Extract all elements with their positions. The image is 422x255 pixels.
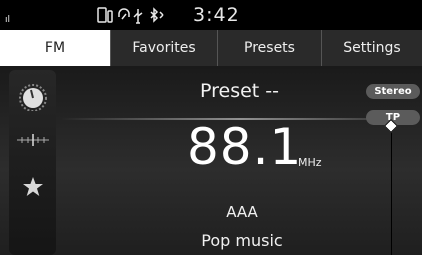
frequency-unit: MHz [298, 156, 322, 169]
status-icons [97, 7, 164, 24]
tune-dial-icon [18, 84, 47, 111]
bluetooth-icon [150, 7, 164, 23]
phone-icon [97, 7, 113, 23]
stereo-badge: Stereo [366, 84, 420, 99]
tab-fm[interactable]: FM [0, 30, 110, 66]
tune-dial-button[interactable] [9, 81, 56, 111]
tab-settings[interactable]: Settings [321, 30, 422, 66]
status-bar: ıl 3:42 [0, 0, 422, 30]
callout-line [391, 130, 392, 255]
radio-screen: ıl 3:42 FM Favorites Presets Settings Pr… [0, 0, 422, 255]
favorite-button[interactable] [9, 176, 56, 198]
station-name: AAA [226, 203, 258, 221]
favorite-star-icon [22, 177, 43, 196]
usb-icon [133, 9, 143, 24]
preset-label: Preset -- [200, 80, 279, 102]
tab-bar: FM Favorites Presets Settings [0, 30, 422, 66]
seek-scale-icon [16, 134, 49, 146]
program-type: Pop music [201, 231, 283, 250]
side-panel [9, 70, 56, 255]
signal-indicator: ıl [5, 15, 11, 25]
tab-favorites[interactable]: Favorites [110, 30, 217, 66]
seek-button[interactable] [9, 132, 56, 148]
clock: 3:42 [193, 4, 240, 26]
tab-presets[interactable]: Presets [217, 30, 321, 66]
bluetooth-audio-icon [118, 8, 130, 20]
frequency-display: 88.1 [187, 118, 303, 176]
